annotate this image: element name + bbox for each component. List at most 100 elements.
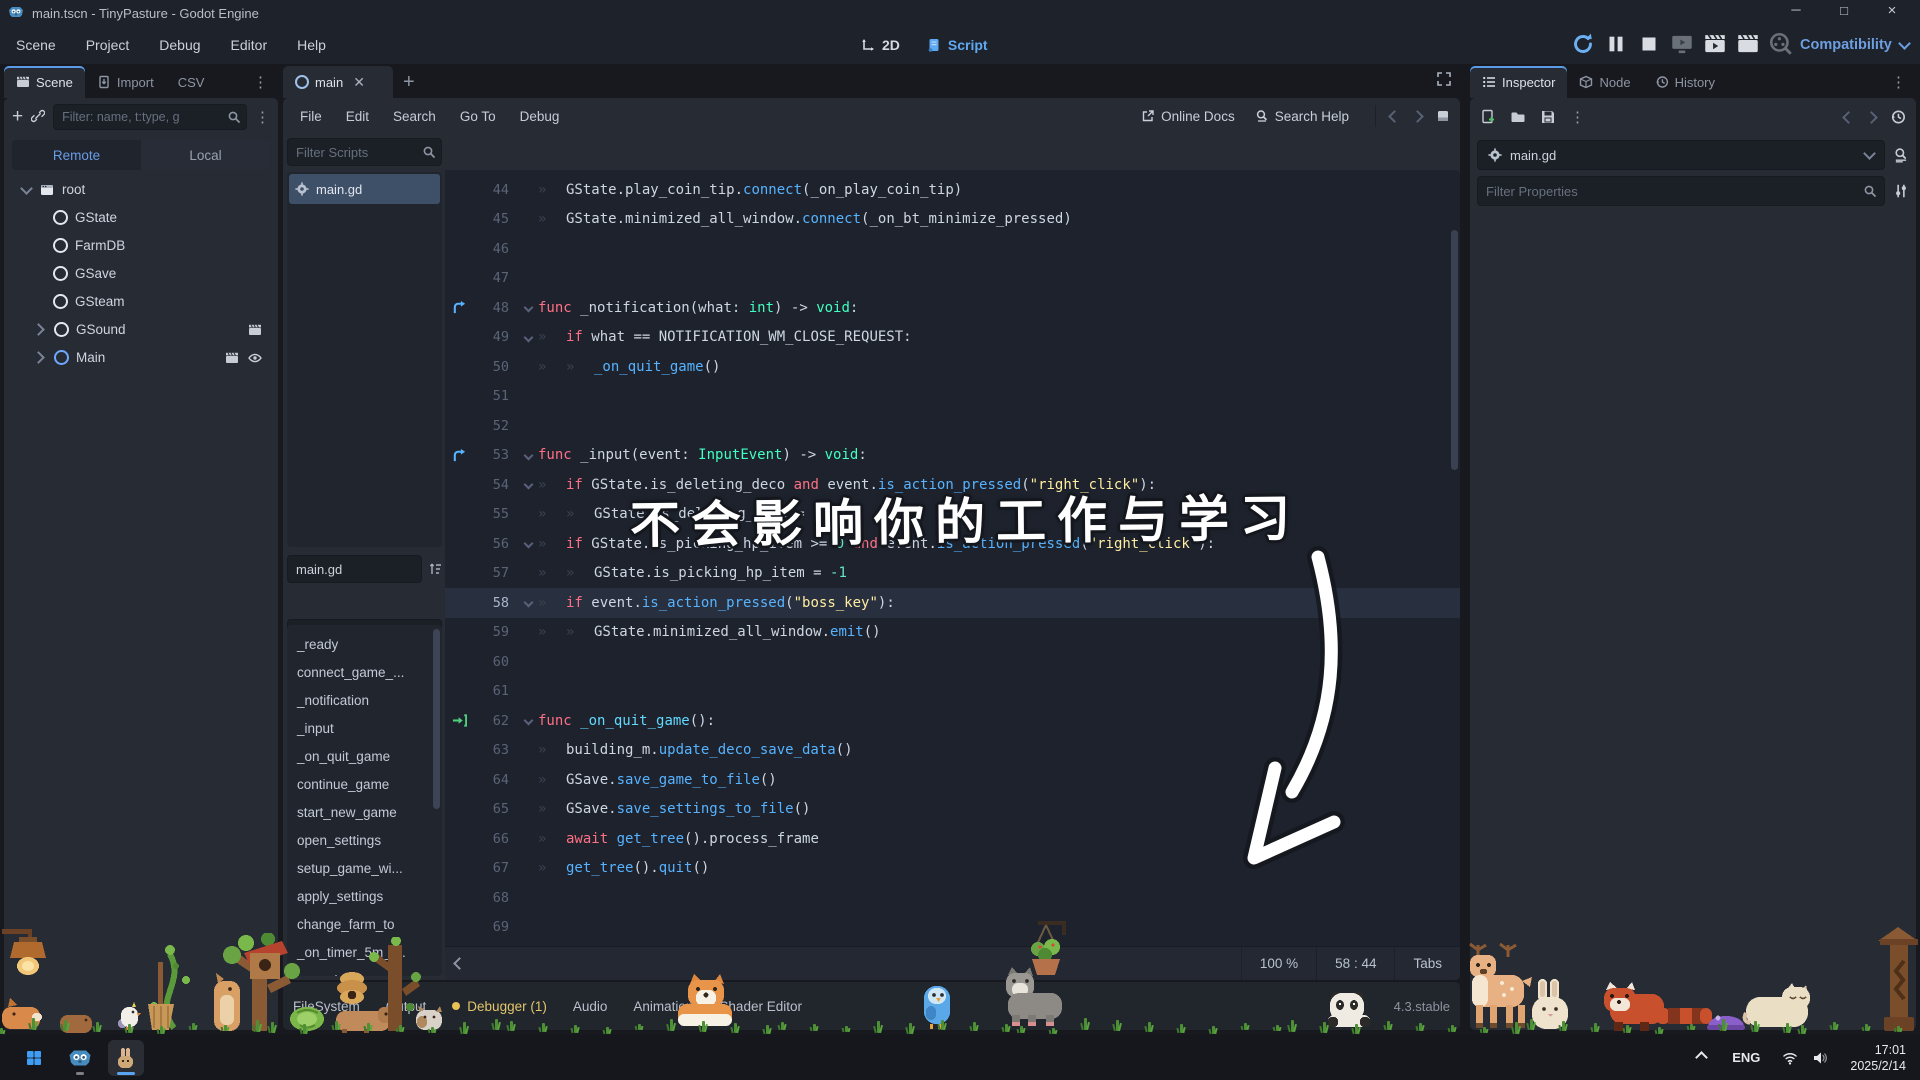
- history-forward-icon[interactable]: [1411, 109, 1424, 123]
- code-editor[interactable]: 44» GState.play_coin_tip.connect(_on_play…: [445, 170, 1460, 947]
- method-item[interactable]: connect_game_...: [287, 658, 442, 686]
- fold-chevron-icon[interactable]: [523, 538, 533, 549]
- tray-expand-icon[interactable]: [1695, 1051, 1709, 1064]
- code-line[interactable]: 62 func _on_quit_game():: [445, 706, 1460, 736]
- method-item[interactable]: setup_game_wi...: [287, 854, 442, 882]
- tab-history[interactable]: History: [1643, 66, 1727, 98]
- bottom-tab-audio[interactable]: Audio: [573, 999, 608, 1014]
- script-menu-edit[interactable]: Edit: [339, 106, 376, 127]
- code-line[interactable]: 51: [445, 382, 1460, 412]
- code-line[interactable]: 67» get_tree().quit(): [445, 854, 1460, 884]
- tree-node-root[interactable]: root: [14, 176, 268, 203]
- tree-node-gsave[interactable]: GSave: [14, 260, 268, 287]
- zoom-level[interactable]: 100 %: [1240, 947, 1316, 980]
- close-button[interactable]: ×: [1872, 2, 1912, 19]
- method-item[interactable]: _on_quit_game: [287, 742, 442, 770]
- start-button[interactable]: [16, 1040, 52, 1076]
- fold-chevron-icon[interactable]: [523, 715, 533, 726]
- tab-inspector[interactable]: Inspector: [1470, 66, 1568, 98]
- bottom-tab-filesystem[interactable]: FileSystem: [293, 999, 360, 1014]
- code-line[interactable]: 44» GState.play_coin_tip.connect(_on_play…: [445, 175, 1460, 205]
- code-line[interactable]: 50»» _on_quit_game(): [445, 352, 1460, 382]
- method-item[interactable]: open_settings: [287, 826, 442, 854]
- object-history-icon[interactable]: [1890, 109, 1906, 125]
- load-resource-folder-icon[interactable]: [1510, 109, 1526, 125]
- maximize-button[interactable]: □: [1824, 3, 1864, 18]
- workspace-2d-button[interactable]: 2D: [860, 37, 900, 53]
- code-line[interactable]: 69: [445, 913, 1460, 943]
- code-line[interactable]: 46: [445, 234, 1460, 264]
- workspace-script-button[interactable]: Script: [926, 37, 988, 53]
- tab-csv[interactable]: CSV: [166, 66, 217, 98]
- distraction-free-icon[interactable]: [1436, 71, 1452, 90]
- menu-help[interactable]: Help: [289, 33, 334, 57]
- bottom-tab-shader-editor[interactable]: Shader Editor: [719, 999, 802, 1014]
- code-line[interactable]: 47: [445, 264, 1460, 294]
- script-list-item[interactable]: main.gd: [289, 174, 440, 204]
- add-node-button[interactable]: +: [12, 106, 23, 128]
- eye-icon[interactable]: [248, 351, 262, 365]
- method-item[interactable]: _notification: [287, 686, 442, 714]
- filter-scripts-input[interactable]: [287, 138, 442, 166]
- tree-node-gsound[interactable]: GSound: [14, 316, 268, 343]
- stop-button[interactable]: [1636, 31, 1662, 60]
- code-line[interactable]: 65» GSave.save_settings_to_file(): [445, 795, 1460, 825]
- tree-node-gsteam[interactable]: GSteam: [14, 288, 268, 315]
- remote-tab[interactable]: Remote: [12, 140, 141, 170]
- indent-mode[interactable]: Tabs: [1394, 947, 1460, 980]
- code-line[interactable]: 59»» GState.minimized_all_window.emit(): [445, 618, 1460, 648]
- caret-position[interactable]: 58 : 44: [1316, 947, 1394, 980]
- bottom-tab-debugger[interactable]: Debugger (1): [452, 999, 547, 1014]
- pause-button[interactable]: [1603, 31, 1629, 60]
- new-tab-button[interactable]: +: [403, 71, 415, 94]
- new-resource-icon[interactable]: [1480, 109, 1496, 125]
- method-item[interactable]: _on_pla...: [287, 966, 442, 977]
- wifi-icon[interactable]: [1782, 1050, 1798, 1066]
- fold-chevron-icon[interactable]: [523, 597, 533, 608]
- method-item[interactable]: _input: [287, 714, 442, 742]
- code-line[interactable]: 60: [445, 647, 1460, 677]
- chevron-right-icon[interactable]: [32, 351, 45, 364]
- play-remote-icon[interactable]: [1669, 31, 1695, 60]
- script-menu-goto[interactable]: Go To: [453, 106, 503, 127]
- edited-object-dropdown[interactable]: main.gd: [1477, 140, 1885, 170]
- menu-editor[interactable]: Editor: [223, 33, 276, 57]
- scene-slate-icon[interactable]: [225, 351, 239, 365]
- code-line[interactable]: 63» building_m.update_deco_save_data(): [445, 736, 1460, 766]
- scene-slate-icon[interactable]: [248, 323, 262, 337]
- resource-menu-icon[interactable]: ⋮: [1570, 110, 1585, 125]
- chevron-down-icon[interactable]: [20, 182, 33, 195]
- play-scene-button[interactable]: [1702, 31, 1728, 60]
- tab-scene[interactable]: Scene: [4, 66, 85, 98]
- clock[interactable]: 17:01 2025/2/14: [1850, 1042, 1906, 1074]
- tree-node-farmdb[interactable]: FarmDB: [14, 232, 268, 259]
- taskbar-godot-app[interactable]: [62, 1040, 98, 1076]
- method-item[interactable]: change_farm_to: [287, 910, 442, 938]
- minimize-button[interactable]: ─: [1776, 2, 1816, 17]
- local-tab[interactable]: Local: [141, 140, 270, 170]
- search-help-button[interactable]: Search Help: [1255, 109, 1349, 124]
- method-item[interactable]: _ready: [287, 630, 442, 658]
- online-docs-button[interactable]: Online Docs: [1141, 109, 1235, 124]
- code-line[interactable]: 66» await get_tree().process_frame: [445, 824, 1460, 854]
- inspector-dock-menu-icon[interactable]: ⋮: [1891, 75, 1906, 90]
- method-item[interactable]: apply_settings: [287, 882, 442, 910]
- scene-filter-input[interactable]: [53, 104, 247, 130]
- bottom-tab-animation[interactable]: Animation: [633, 999, 693, 1014]
- fold-chevron-icon[interactable]: [523, 479, 533, 490]
- instance-scene-button[interactable]: [30, 109, 46, 126]
- open-docs-icon[interactable]: [1893, 147, 1909, 163]
- chevron-right-icon[interactable]: [32, 323, 45, 336]
- taskbar-tinypasture-app[interactable]: [108, 1039, 144, 1076]
- menu-debug[interactable]: Debug: [151, 33, 208, 57]
- tree-menu-icon[interactable]: ⋮: [255, 110, 270, 125]
- code-line[interactable]: 53 func _input(event: InputEvent) -> void…: [445, 441, 1460, 471]
- fold-chevron-icon[interactable]: [523, 332, 533, 343]
- menu-project[interactable]: Project: [78, 33, 138, 57]
- volume-icon[interactable]: [1812, 1050, 1828, 1066]
- dock-menu-icon[interactable]: ⋮: [253, 75, 268, 90]
- methods-scrollbar[interactable]: [433, 629, 440, 809]
- script-menu-file[interactable]: File: [293, 106, 329, 127]
- script-panel-icon[interactable]: [1436, 109, 1450, 123]
- fold-chevron-icon[interactable]: [523, 450, 533, 461]
